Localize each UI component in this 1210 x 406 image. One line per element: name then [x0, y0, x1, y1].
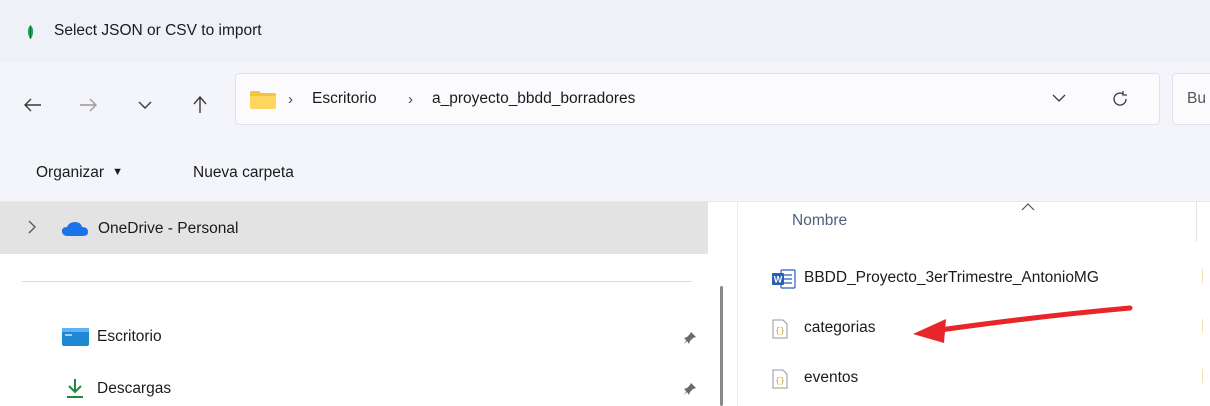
pin-icon[interactable] — [683, 382, 697, 396]
json-file-icon: {} — [772, 369, 788, 389]
column-header-name[interactable]: Nombre — [792, 212, 847, 230]
sidebar-item-onedrive[interactable]: OneDrive - Personal — [0, 202, 708, 254]
sidebar-item-label: OneDrive - Personal — [98, 220, 239, 237]
svg-text:{}: {} — [775, 327, 785, 336]
column-overflow — [1202, 269, 1210, 283]
pin-icon[interactable] — [683, 331, 697, 345]
recent-locations-button[interactable] — [130, 90, 160, 120]
search-input[interactable]: Bu — [1172, 73, 1210, 125]
word-document-icon: W — [772, 269, 796, 289]
svg-text:{}: {} — [775, 377, 785, 386]
back-arrow-icon — [24, 98, 41, 112]
chevron-right-icon[interactable] — [28, 220, 37, 234]
forward-button[interactable] — [73, 90, 103, 120]
up-arrow-icon — [193, 96, 207, 113]
desktop-folder-icon — [62, 328, 89, 346]
onedrive-cloud-icon — [62, 222, 88, 236]
download-arrow-icon — [67, 379, 83, 398]
navigation-bar: › Escritorio › a_proyecto_bbdd_borradore… — [0, 62, 1210, 146]
app-leaf-icon — [27, 25, 34, 39]
search-placeholder: Bu — [1187, 90, 1206, 107]
address-history-chevron-icon[interactable] — [1052, 94, 1066, 103]
file-row-eventos[interactable]: {} eventos — [738, 354, 1210, 404]
navigation-pane-scrollbar[interactable] — [720, 286, 723, 406]
svg-text:W: W — [774, 275, 783, 285]
new-folder-button[interactable]: Nueva carpeta — [193, 164, 294, 182]
organize-menu-button[interactable]: Organizar ▼ — [36, 164, 123, 182]
file-name: eventos — [804, 369, 859, 386]
breadcrumb-escritorio[interactable]: Escritorio — [312, 90, 377, 108]
refresh-icon[interactable] — [1111, 90, 1129, 108]
title-bar: Select JSON or CSV to import — [0, 0, 1210, 62]
back-button[interactable] — [18, 90, 48, 120]
breadcrumb-separator: › — [408, 91, 413, 108]
column-overflow — [1202, 369, 1210, 383]
sidebar-item-label: Descargas — [97, 380, 172, 397]
breadcrumb-separator: › — [288, 91, 293, 108]
organize-label: Organizar — [36, 164, 105, 181]
breadcrumb-current-folder[interactable]: a_proyecto_bbdd_borradores — [432, 90, 635, 108]
column-overflow — [1202, 319, 1210, 333]
file-row-categorias[interactable]: {} categorias — [738, 304, 1210, 354]
window-title: Select JSON or CSV to import — [54, 22, 262, 39]
forward-arrow-icon — [80, 98, 97, 112]
sidebar-item-label: Escritorio — [97, 328, 162, 345]
file-name: BBDD_Proyecto_3erTrimestre_AntonioMG — [804, 269, 1099, 286]
up-button[interactable] — [185, 90, 215, 120]
column-separator[interactable] — [1196, 202, 1197, 242]
command-bar: Organizar ▼ Nueva carpeta — [0, 146, 1210, 202]
file-row-bbdd-proyecto[interactable]: W BBDD_Proyecto_3erTrimestre_AntonioMG — [738, 254, 1210, 304]
chevron-down-icon — [138, 101, 152, 109]
file-name: categorias — [804, 319, 876, 336]
navigation-pane: OneDrive - Personal Escritorio Descargas — [0, 202, 708, 406]
folder-icon — [250, 91, 276, 109]
sidebar-divider — [22, 281, 692, 282]
pane-splitter[interactable] — [708, 202, 738, 406]
address-bar[interactable]: › Escritorio › a_proyecto_bbdd_borradore… — [235, 73, 1160, 125]
sort-ascending-icon — [1021, 203, 1035, 211]
file-list: Nombre W BBDD_Proyecto_3erTrimestre_Anto… — [738, 202, 1210, 406]
json-file-icon: {} — [772, 319, 788, 339]
caret-down-icon: ▼ — [112, 166, 123, 178]
